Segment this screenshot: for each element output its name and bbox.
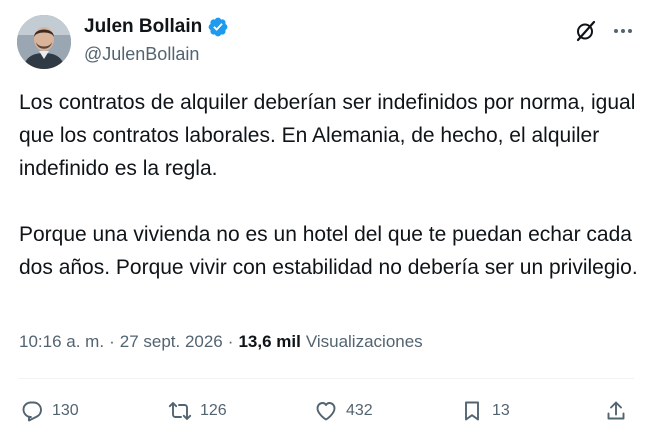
more-options-icon[interactable] xyxy=(608,18,638,44)
meta-separator: · xyxy=(227,332,234,351)
tweet-date[interactable]: 27 sept. 2026 xyxy=(120,332,223,352)
divider xyxy=(19,378,634,379)
bookmark-icon xyxy=(465,401,479,421)
bookmark-count: 13 xyxy=(492,402,510,419)
tweet-card: Julen Bollain @JulenBollain Los contrato… xyxy=(0,0,653,440)
share-button[interactable] xyxy=(604,396,628,426)
author-handle[interactable]: @JulenBollain xyxy=(84,44,199,65)
reply-icon xyxy=(22,401,42,422)
repost-icon xyxy=(168,402,192,420)
views-label[interactable]: Visualizaciones xyxy=(306,332,423,352)
views-count[interactable]: 13,6 mil xyxy=(238,332,300,352)
action-bar: 130 126 432 13 xyxy=(20,396,634,426)
avatar-photo xyxy=(17,15,71,69)
verified-badge-icon[interactable] xyxy=(207,16,229,38)
meta-separator: · xyxy=(109,332,115,351)
tweet-meta: 10:16 a. m. · 27 sept. 2026 · 13,6 mil V… xyxy=(19,332,423,352)
reply-button[interactable]: 130 xyxy=(20,396,79,426)
tweet-paragraph: Porque una vivienda no es un hotel del q… xyxy=(19,223,638,279)
like-button[interactable]: 432 xyxy=(314,396,373,426)
bookmark-button[interactable]: 13 xyxy=(460,396,510,426)
tweet-time[interactable]: 10:16 a. m. xyxy=(19,332,104,352)
author-name-row: Julen Bollain xyxy=(84,16,229,38)
tweet-paragraph: Los contratos de alquiler deberían ser i… xyxy=(19,91,636,180)
grok-icon[interactable] xyxy=(573,18,599,44)
author-display-name[interactable]: Julen Bollain xyxy=(84,16,202,38)
repost-button[interactable]: 126 xyxy=(168,396,227,426)
reply-count: 130 xyxy=(52,402,79,419)
share-icon xyxy=(607,401,625,420)
like-count: 432 xyxy=(346,402,373,419)
heart-icon xyxy=(316,402,336,421)
avatar[interactable] xyxy=(17,15,71,69)
repost-count: 126 xyxy=(200,402,227,419)
tweet-text: Los contratos de alquiler deberían ser i… xyxy=(19,86,639,284)
